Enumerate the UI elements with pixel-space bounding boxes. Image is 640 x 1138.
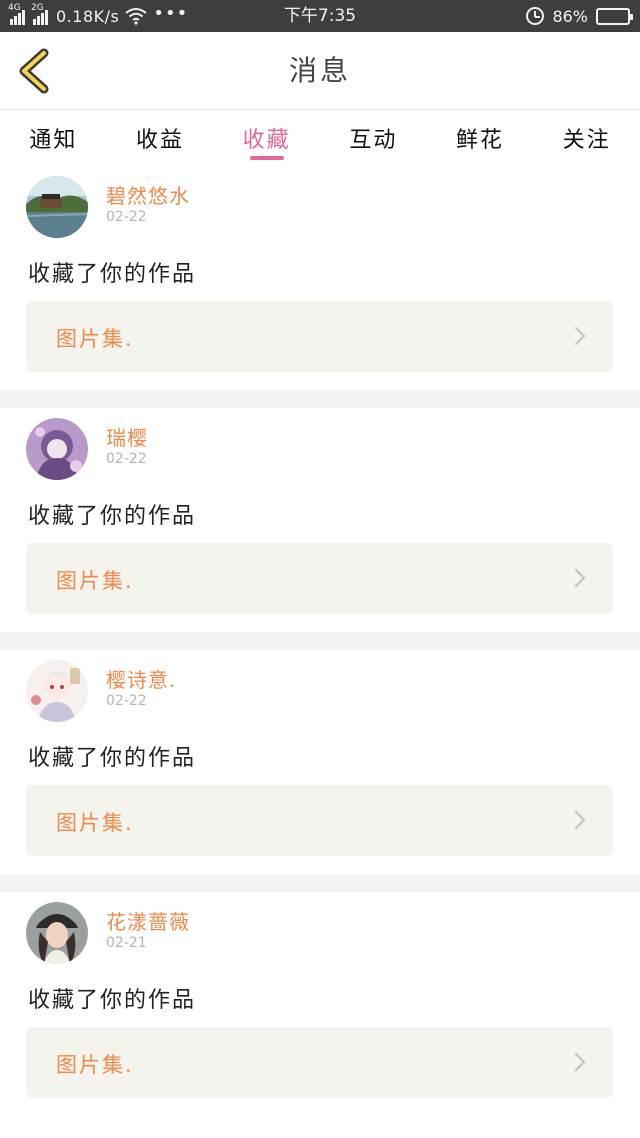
date: 02-22 xyxy=(106,451,147,467)
chevron-right-icon xyxy=(574,1052,586,1072)
tab-notice[interactable]: 通知 xyxy=(0,110,107,166)
username[interactable]: 瑞樱 xyxy=(106,422,148,451)
chevron-right-icon xyxy=(574,810,586,830)
work-link[interactable]: 图片集. xyxy=(26,543,613,614)
app-header: 消息 xyxy=(0,32,640,110)
signal-4g-icon: 4G xyxy=(8,3,25,25)
avatar[interactable] xyxy=(26,418,88,480)
list-item: 碧然悠水 02-22 收藏了你的作品 图片集. xyxy=(0,166,640,390)
action-text: 收藏了你的作品 xyxy=(28,988,197,1013)
tab-follow[interactable]: 关注 xyxy=(533,110,640,166)
net-type-label-2: 2G xyxy=(31,3,44,13)
tab-bar: 通知 收益 收藏 互动 鲜花 关注 xyxy=(0,110,640,166)
wifi-icon xyxy=(125,8,147,25)
divider xyxy=(0,874,640,892)
status-left: 4G 2G 0.18K/s ••• xyxy=(8,0,188,32)
date: 02-21 xyxy=(106,935,147,951)
work-title: 图片集. xyxy=(56,1053,134,1077)
work-title: 图片集. xyxy=(56,811,134,835)
tab-earnings[interactable]: 收益 xyxy=(107,110,214,166)
message-list: 碧然悠水 02-22 收藏了你的作品 图片集. 瑞樱 02-22 收藏了你的作品… xyxy=(0,166,640,1116)
net-type-label-1: 4G xyxy=(8,3,21,13)
battery-percent: 86% xyxy=(552,6,588,26)
back-chevron-icon[interactable] xyxy=(14,48,54,94)
username[interactable]: 碧然悠水 xyxy=(106,180,190,209)
username[interactable]: 樱诗意. xyxy=(106,664,176,693)
date: 02-22 xyxy=(106,209,147,225)
tab-interaction[interactable]: 互动 xyxy=(320,110,427,166)
more-dots: ••• xyxy=(153,2,189,24)
list-item: 樱诗意. 02-22 收藏了你的作品 图片集. xyxy=(0,650,640,874)
status-right: 86% xyxy=(526,0,633,32)
date: 02-22 xyxy=(106,693,147,709)
tab-favorites[interactable]: 收藏 xyxy=(213,110,320,166)
work-link[interactable]: 图片集. xyxy=(26,785,613,856)
battery-icon xyxy=(596,7,633,25)
page-title: 消息 xyxy=(288,54,351,87)
network-speed: 0.18K/s xyxy=(56,6,120,26)
tab-flowers[interactable]: 鲜花 xyxy=(427,110,534,166)
status-bar: 4G 2G 0.18K/s ••• 下午7:35 86% xyxy=(0,0,640,32)
signal-2g-icon: 2G xyxy=(31,3,48,25)
action-text: 收藏了你的作品 xyxy=(28,746,197,771)
alarm-clock-icon xyxy=(526,7,545,25)
list-item: 瑞樱 02-22 收藏了你的作品 图片集. xyxy=(0,408,640,632)
work-title: 图片集. xyxy=(56,327,134,351)
avatar[interactable] xyxy=(26,176,88,238)
work-title: 图片集. xyxy=(56,569,134,593)
divider xyxy=(0,632,640,650)
divider xyxy=(0,390,640,408)
action-text: 收藏了你的作品 xyxy=(28,504,197,529)
list-item: 花漾蔷薇 02-21 收藏了你的作品 图片集. xyxy=(0,892,640,1116)
work-link[interactable]: 图片集. xyxy=(26,1027,613,1098)
avatar[interactable] xyxy=(26,902,88,964)
chevron-right-icon xyxy=(574,326,586,346)
avatar[interactable] xyxy=(26,660,88,722)
work-link[interactable]: 图片集. xyxy=(26,301,613,372)
action-text: 收藏了你的作品 xyxy=(28,262,197,287)
username[interactable]: 花漾蔷薇 xyxy=(106,906,190,935)
chevron-right-icon xyxy=(574,568,586,588)
